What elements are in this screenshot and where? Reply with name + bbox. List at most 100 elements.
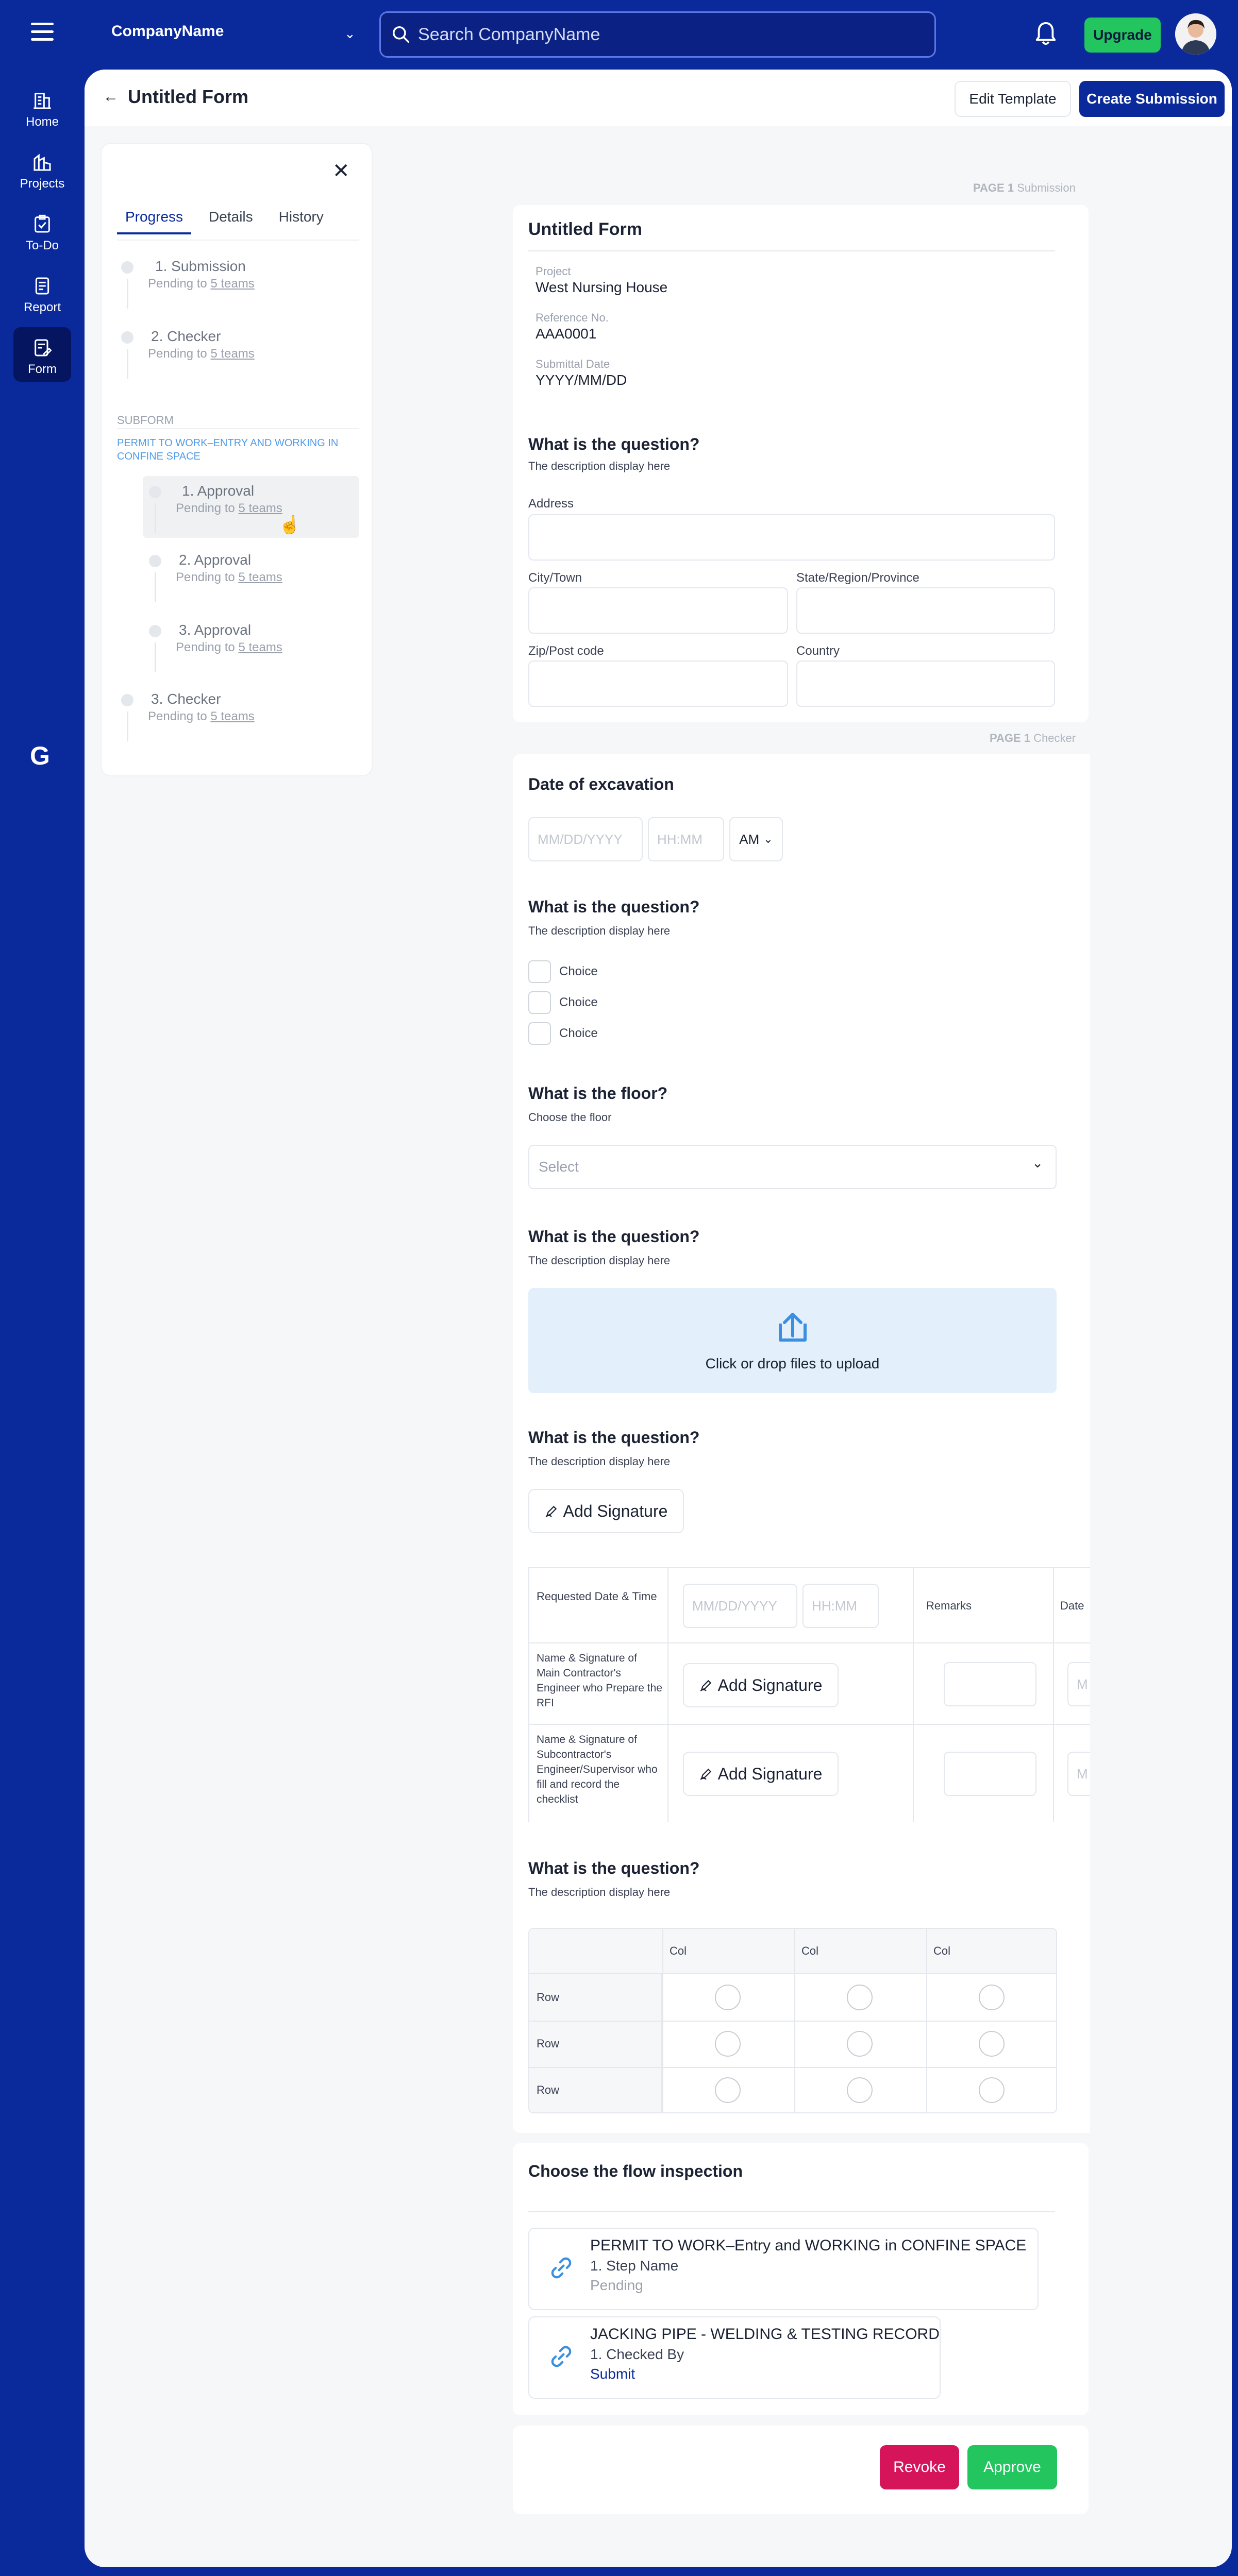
add-signature-button[interactable]: Add Signature <box>528 1489 684 1533</box>
bell-icon[interactable] <box>1034 21 1058 47</box>
add-signature-button[interactable]: Add Signature <box>683 1663 839 1707</box>
add-signature-button[interactable]: Add Signature <box>683 1752 839 1796</box>
close-icon[interactable]: ✕ <box>332 159 350 183</box>
search-input[interactable] <box>418 24 934 45</box>
create-submission-button[interactable]: Create Submission <box>1079 81 1225 117</box>
reference-label: Reference No. <box>536 311 609 324</box>
revoke-button[interactable]: Revoke <box>880 2445 959 2489</box>
teams-link[interactable]: 5 teams <box>210 277 254 291</box>
flow-item[interactable]: PERMIT TO WORK–Entry and WORKING in CONF… <box>528 2228 1039 2310</box>
grid-radio[interactable] <box>715 1985 741 2010</box>
report-icon <box>35 277 49 295</box>
teams-link[interactable]: 5 teams <box>238 570 282 584</box>
tab-history[interactable]: History <box>271 209 332 234</box>
form-card-page2: Date of excavation AM⌄ What is the quest… <box>513 754 1090 2133</box>
form-title: Untitled Form <box>528 219 642 239</box>
teams-link[interactable]: 5 teams <box>210 709 254 723</box>
requested-time-input[interactable] <box>804 1585 878 1627</box>
grid-radio[interactable] <box>979 2077 1005 2103</box>
form-card-page1: Untitled Form Project West Nursing House… <box>513 205 1089 722</box>
remarks-input[interactable] <box>945 1663 1035 1705</box>
hamburger-menu-icon[interactable] <box>31 23 54 43</box>
excavation-date-input[interactable] <box>529 818 642 860</box>
grid-radio[interactable] <box>847 2077 873 2103</box>
row-label-requested-date: Requested Date & Time <box>537 1590 657 1603</box>
nav-todo[interactable]: To-Do <box>13 204 71 258</box>
requested-time-field[interactable] <box>802 1584 879 1628</box>
subform-divider <box>117 428 359 429</box>
nav-home[interactable]: Home <box>13 80 71 134</box>
choice-checkbox-1[interactable] <box>528 960 551 983</box>
state-label: State/Region/Province <box>796 571 919 585</box>
choice-checkbox-2[interactable] <box>528 991 551 1014</box>
state-input[interactable] <box>797 588 1054 633</box>
chevron-down-icon[interactable]: ⌄ <box>344 26 356 42</box>
country-field[interactable] <box>796 660 1055 707</box>
teams-link[interactable]: 5 teams <box>238 501 282 515</box>
ampm-select[interactable]: AM ⌄ <box>729 817 783 861</box>
teams-link[interactable]: 5 teams <box>238 640 282 654</box>
project-value: West Nursing House <box>536 279 668 295</box>
step-line <box>155 503 156 533</box>
approve-button[interactable]: Approve <box>967 2445 1057 2489</box>
title-divider <box>528 250 1055 251</box>
nav-report[interactable]: Report <box>13 265 71 320</box>
remarks-field[interactable] <box>944 1662 1036 1706</box>
step-name: 2. Checker <box>151 328 221 344</box>
floor-select[interactable]: Select ⌄ <box>528 1145 1057 1189</box>
grid-radio[interactable] <box>715 2077 741 2103</box>
requested-date-input[interactable] <box>684 1585 796 1627</box>
company-name[interactable]: CompanyName <box>111 23 224 40</box>
date-field-cut[interactable] <box>1067 1662 1090 1706</box>
flow-item[interactable]: JACKING PIPE - WELDING & TESTING RECORD … <box>528 2316 941 2399</box>
date-input-cut[interactable] <box>1068 1753 1090 1795</box>
step-pending: Pending to 5 teams <box>176 501 282 515</box>
subform-label: SUBFORM <box>117 414 174 427</box>
address-field[interactable] <box>528 514 1055 561</box>
file-upload-zone[interactable]: Click or drop files to upload <box>528 1288 1057 1393</box>
flow-title: Choose the flow inspection <box>528 2162 743 2180</box>
grid-radio[interactable] <box>847 2031 873 2057</box>
flow-item-status-link[interactable]: Submit <box>590 2366 635 2382</box>
requested-date-field[interactable] <box>683 1584 797 1628</box>
upload-icon <box>778 1313 807 1342</box>
step-pending: Pending to 5 teams <box>148 277 255 291</box>
choice-checkbox-3[interactable] <box>528 1022 551 1045</box>
grid-radio[interactable] <box>715 2031 741 2057</box>
date-input-cut[interactable] <box>1068 1663 1090 1705</box>
tab-progress[interactable]: Progress <box>117 209 192 234</box>
submittal-date-value: YYYY/MM/DD <box>536 372 627 388</box>
remarks-field[interactable] <box>944 1752 1036 1796</box>
excavation-time-input[interactable] <box>649 818 723 860</box>
tab-details[interactable]: Details <box>200 209 261 234</box>
city-input[interactable] <box>529 588 787 633</box>
grid-radio[interactable] <box>979 2031 1005 2057</box>
edit-template-button[interactable]: Edit Template <box>955 81 1071 117</box>
nav-form[interactable]: Form <box>13 327 71 382</box>
flow-item-title: PERMIT TO WORK–Entry and WORKING in CONF… <box>590 2237 1027 2254</box>
nav-projects[interactable]: Projects <box>13 142 71 196</box>
add-signature-label: Add Signature <box>717 1675 823 1694</box>
signature-pen-icon <box>700 1680 711 1691</box>
upgrade-button[interactable]: Upgrade <box>1084 18 1161 53</box>
city-field[interactable] <box>528 587 788 634</box>
zip-field[interactable] <box>528 660 788 707</box>
teams-link[interactable]: 5 teams <box>210 347 254 361</box>
excavation-time-field[interactable] <box>648 817 724 861</box>
back-arrow-icon[interactable]: ← <box>103 88 119 106</box>
avatar[interactable] <box>1175 13 1216 55</box>
address-input[interactable] <box>529 515 1054 560</box>
search-box[interactable] <box>379 11 936 58</box>
state-field[interactable] <box>796 587 1055 634</box>
grid-radio[interactable] <box>979 1985 1005 2010</box>
step-dot <box>149 486 161 498</box>
zip-input[interactable] <box>529 662 787 706</box>
grid-radio[interactable] <box>847 1985 873 2010</box>
excavation-date-field[interactable] <box>528 817 643 861</box>
subform-title[interactable]: PERMIT TO WORK–ENTRY AND WORKING IN CONF… <box>117 436 354 463</box>
signature-pen-icon <box>700 1768 711 1780</box>
country-input[interactable] <box>797 662 1054 706</box>
remarks-input[interactable] <box>945 1753 1035 1795</box>
date-field-cut[interactable] <box>1067 1752 1090 1796</box>
grid-row-label: Row <box>537 2083 560 2096</box>
